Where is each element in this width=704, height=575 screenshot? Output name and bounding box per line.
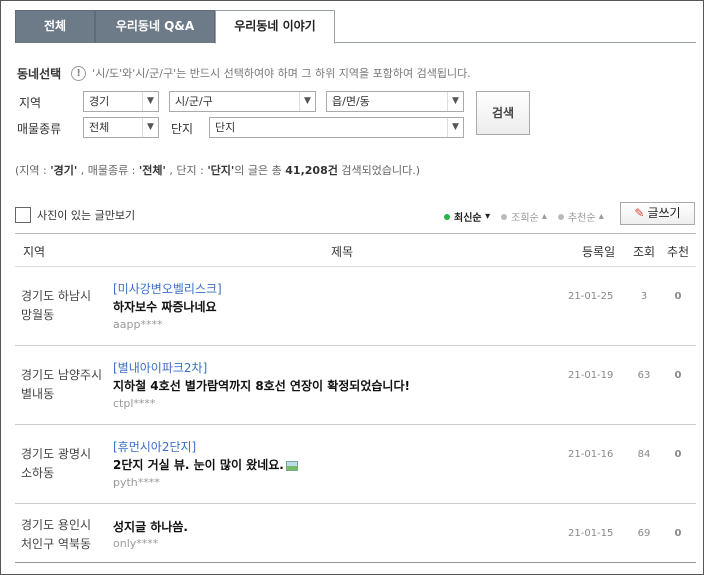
sort-views[interactable]: 조회순 ▴: [501, 209, 547, 224]
row-views: 3: [640, 291, 648, 302]
summary-mid2: , 단지 :: [165, 164, 208, 177]
row-author: ctpl****: [113, 397, 156, 410]
sido-value: 경기: [89, 95, 110, 108]
complex-label: 단지: [171, 122, 194, 136]
row-region: 경기도 용인시 처인구 역북동: [21, 518, 92, 551]
table-bottom-divider: [15, 562, 696, 563]
region-label: 지역: [19, 96, 42, 110]
header-views: 조회: [633, 245, 656, 259]
search-button[interactable]: 검색: [476, 91, 530, 135]
property-type-select[interactable]: 전체 ▼: [83, 117, 159, 138]
write-button-label: 글쓰기: [647, 206, 681, 220]
sigungu-select[interactable]: 시/군/구 ▼: [169, 91, 316, 112]
summary-region: '경기': [50, 164, 78, 177]
filter-hint-row: 동네선택 ! '시/도'와'시/군/구'는 반드시 선택하여야 하며 그 하위 …: [17, 65, 471, 81]
pencil-icon: ✎: [634, 206, 645, 220]
sort-likes[interactable]: 추천순 ▴: [557, 209, 604, 224]
row-region: 경기도 하남시 망월동: [21, 289, 92, 322]
row-author: only****: [113, 537, 159, 550]
dot-icon: [501, 213, 508, 220]
complex-select[interactable]: 단지 ▼: [209, 117, 464, 138]
search-summary: (지역 : '경기' , 매물종류 : '전체' , 단지 : '단지'의 글은…: [15, 162, 420, 178]
row-date: 21-01-19: [568, 370, 614, 381]
eupmyeondong-value: 읍/면/동: [332, 95, 370, 108]
dot-icon: [557, 213, 564, 220]
tab-all[interactable]: 전체: [15, 10, 95, 43]
sort-latest[interactable]: 최신순 ▾: [444, 209, 490, 224]
header-likes: 추천: [667, 245, 690, 259]
row-author: pyth****: [113, 476, 160, 489]
chevron-down-icon: ▼: [142, 118, 158, 137]
row-likes: 0: [674, 449, 682, 460]
filter-title: 동네선택: [17, 66, 62, 81]
table-row[interactable]: 경기도 하남시 망월동 [미사강변오벨리스크] 하자보수 짜증나네요 aapp*…: [15, 267, 696, 346]
header-region: 지역: [23, 245, 46, 259]
table-header: 지역 제목 등록일 조회 추천: [15, 233, 696, 267]
row-likes: 0: [674, 291, 682, 302]
summary-mid3: 의 글은 총: [234, 164, 286, 177]
row-region: 경기도 광명시 소하동: [21, 447, 92, 480]
image-attachment-icon: [285, 460, 298, 471]
header-date: 등록일: [582, 245, 616, 259]
sort-likes-label: 추천순: [567, 213, 596, 224]
tab-neighborhood-story[interactable]: 우리동네 이야기: [215, 10, 335, 44]
chevron-down-icon: ▼: [447, 92, 463, 111]
write-button[interactable]: ✎ 글쓰기: [620, 202, 695, 225]
summary-count: 41,208건: [285, 164, 338, 177]
tab-bar: 전체 우리동네 Q&A 우리동네 이야기: [15, 10, 696, 44]
sort-options: 최신순 ▾ 조회순 ▴ 추천순 ▴: [444, 209, 615, 224]
tab-neighborhood-qa[interactable]: 우리동네 Q&A: [95, 10, 215, 43]
row-title[interactable]: 성지글 하나씀.: [113, 518, 188, 535]
complex-value: 단지: [215, 121, 236, 134]
row-views: 84: [637, 449, 651, 460]
row-category[interactable]: [휴먼시아2단지]: [113, 438, 196, 455]
dot-icon: [444, 213, 450, 220]
row-category[interactable]: [미사강변오벨리스크]: [113, 280, 222, 297]
arrow-up-icon: ▴: [541, 211, 547, 222]
checkbox-box[interactable]: [15, 207, 31, 223]
row-region: 경기도 남양주시 별내동: [21, 368, 103, 401]
row-category[interactable]: [별내아이파크2차]: [113, 359, 207, 376]
summary-mid1: , 매물종류 :: [77, 164, 139, 177]
table-row[interactable]: 경기도 남양주시 별내동 [별내아이파크2차] 지하철 4호선 별가람역까지 8…: [15, 346, 696, 425]
row-likes: 0: [674, 528, 682, 539]
property-type-label: 매물종류: [17, 122, 62, 136]
arrow-down-icon: ▾: [485, 211, 491, 222]
sort-views-label: 조회순: [511, 213, 539, 224]
row-title[interactable]: 2단지 거실 뷰. 눈이 많이 왔네요.: [113, 456, 298, 473]
row-views: 63: [637, 370, 651, 381]
table-row[interactable]: 경기도 용인시 처인구 역북동 성지글 하나씀. only**** 21-01-…: [15, 504, 696, 562]
row-date: 21-01-15: [568, 528, 614, 539]
table-row[interactable]: 경기도 광명시 소하동 [휴먼시아2단지] 2단지 거실 뷰. 눈이 많이 왔네…: [15, 425, 696, 504]
row-title[interactable]: 지하철 4호선 별가람역까지 8호선 연장이 확정되었습니다!: [113, 377, 410, 394]
info-icon: !: [71, 65, 87, 81]
row-likes: 0: [674, 370, 682, 381]
chevron-down-icon: ▼: [142, 92, 158, 111]
row-views: 69: [637, 528, 651, 539]
chevron-down-icon: ▼: [447, 118, 463, 137]
row-title[interactable]: 하자보수 짜증나네요: [113, 298, 217, 315]
summary-type: '전체': [138, 164, 166, 177]
sort-latest-label: 최신순: [454, 213, 482, 224]
row-author: aapp****: [113, 318, 163, 331]
summary-complex: '단지': [207, 164, 235, 177]
chevron-down-icon: ▼: [299, 92, 315, 111]
summary-prefix: (지역 :: [15, 164, 51, 177]
sigungu-value: 시/군/구: [175, 95, 213, 108]
summary-suffix: 검색되었습니다.): [337, 164, 420, 177]
arrow-up-icon: ▴: [598, 211, 604, 222]
photo-only-label: 사진이 있는 글만보기: [37, 209, 136, 222]
sido-select[interactable]: 경기 ▼: [83, 91, 159, 112]
row-title-text: 2단지 거실 뷰. 눈이 많이 왔네요.: [113, 458, 284, 472]
property-type-value: 전체: [89, 121, 110, 134]
eupmyeondong-select[interactable]: 읍/면/동 ▼: [326, 91, 464, 112]
row-date: 21-01-16: [568, 449, 614, 460]
header-title: 제목: [331, 245, 354, 259]
row-date: 21-01-25: [568, 291, 614, 302]
photo-only-checkbox[interactable]: 사진이 있는 글만보기: [15, 207, 135, 223]
filter-hint-text: '시/도'와'시/군/구'는 반드시 선택하여야 하며 그 하위 지역을 포함하…: [92, 67, 471, 80]
